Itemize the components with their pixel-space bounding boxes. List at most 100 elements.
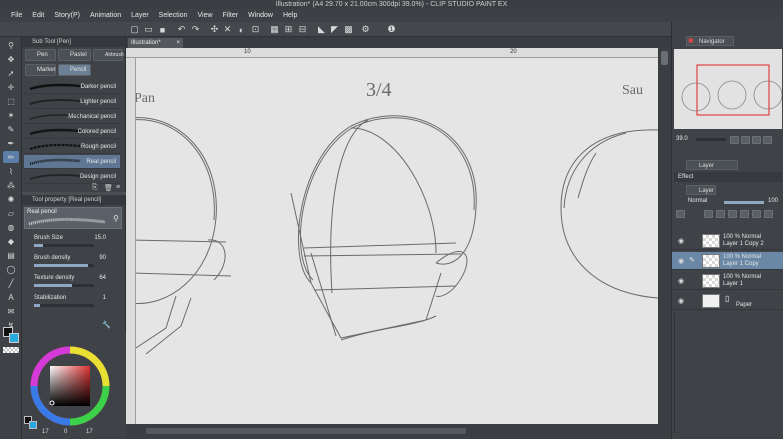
brush-preset-preview[interactable]: Real pencil ⚲ xyxy=(24,207,122,229)
text-tool-icon[interactable]: A xyxy=(3,291,19,303)
brush-tool-icon[interactable]: ⌇ xyxy=(3,165,19,177)
zoom-tool-icon[interactable]: ⚲ xyxy=(3,39,19,51)
reference-icon[interactable] xyxy=(716,210,725,218)
pen-tool-icon[interactable]: ✒ xyxy=(3,137,19,149)
layer-color-icon[interactable] xyxy=(764,210,773,218)
subtool-menu-icon[interactable]: ≡ xyxy=(116,184,120,191)
eye-icon[interactable]: ◉ xyxy=(678,277,684,285)
brush-rough-pencil[interactable]: Rough pencil xyxy=(24,140,120,154)
transform-icon[interactable]: ✣ xyxy=(209,24,220,35)
fit-icon[interactable] xyxy=(752,136,761,144)
brush-colored-pencil[interactable]: Colored pencil xyxy=(24,125,120,139)
prop-stabilization[interactable]: Stabilization 1 xyxy=(26,295,122,315)
sub-tool-tab-pen[interactable]: Pen xyxy=(25,49,56,61)
deselect-icon[interactable]: ▦ xyxy=(269,24,280,35)
sub-color-mini[interactable] xyxy=(29,421,37,429)
menu-view[interactable]: View xyxy=(192,9,217,22)
prop-value[interactable]: 15.0 xyxy=(94,235,106,241)
figure-tool-icon[interactable]: ◯ xyxy=(3,263,19,275)
layer-row[interactable]: ◉ 100 % Normal Layer 1 Copy 2 xyxy=(672,232,783,250)
draft-icon[interactable] xyxy=(728,210,737,218)
brush-darker-pencil[interactable]: Darker pencil xyxy=(24,80,120,94)
blend-mode-select[interactable]: Normal xyxy=(688,198,707,204)
sub-tool-tab-pastel[interactable]: Pastel xyxy=(58,49,91,61)
operation-tool-icon[interactable]: ➚ xyxy=(3,67,19,79)
fill-tool-icon[interactable]: ◆ xyxy=(3,235,19,247)
new-file-icon[interactable]: ▢ xyxy=(129,24,140,35)
balloon-tool-icon[interactable]: ✉ xyxy=(3,305,19,317)
info-icon[interactable]: ❶ xyxy=(386,24,397,35)
menu-selection[interactable]: Selection xyxy=(154,9,193,22)
scale-icon[interactable]: ⊡ xyxy=(250,24,261,35)
menu-file[interactable]: File xyxy=(6,9,27,22)
brush-real-pencil[interactable]: Real pencil xyxy=(24,155,120,169)
settings-icon[interactable]: ⚙ xyxy=(360,24,371,35)
zoom-slider[interactable] xyxy=(696,138,726,141)
brush-design-pencil[interactable]: Design pencil xyxy=(24,170,120,184)
wrench-icon[interactable]: 🔧 xyxy=(102,321,111,329)
gradient-tool-icon[interactable]: ▤ xyxy=(3,249,19,261)
fill-icon[interactable]: ◐ xyxy=(236,24,247,35)
pencil-tool-icon[interactable]: ✏ xyxy=(3,151,19,163)
search-icon[interactable]: ⚲ xyxy=(113,214,119,223)
eye-icon[interactable]: ◉ xyxy=(678,297,684,305)
save-icon[interactable]: ■ xyxy=(157,24,168,35)
prop-slider[interactable] xyxy=(34,284,94,287)
prop-slider[interactable] xyxy=(34,264,94,267)
crop-icon[interactable]: ⊞ xyxy=(283,24,294,35)
brush-mechanical-pencil[interactable]: Mechanical pencil xyxy=(24,110,120,124)
layer-row-paper[interactable]: ◉ ▯ Paper xyxy=(672,292,783,310)
tab-layer[interactable]: Layer xyxy=(686,185,716,195)
menu-help[interactable]: Help xyxy=(278,9,302,22)
eraser-tool-icon[interactable]: ▱ xyxy=(3,207,19,219)
prop-slider[interactable] xyxy=(34,244,94,247)
zoom-in-icon[interactable] xyxy=(730,136,739,144)
delete-subtool-icon[interactable]: 🗑 xyxy=(104,184,113,192)
prop-value[interactable]: 90 xyxy=(99,255,106,261)
drawing-canvas[interactable]: 3/4 Pan Sau xyxy=(136,58,658,424)
snap-ruler-icon[interactable]: ◣ xyxy=(316,24,327,35)
prop-slider[interactable] xyxy=(34,304,94,307)
menu-animation[interactable]: Animation xyxy=(85,9,126,22)
copy-subtool-icon[interactable]: ⎘ xyxy=(92,184,98,192)
blend-tool-icon[interactable]: ◍ xyxy=(3,221,19,233)
clip-icon[interactable] xyxy=(704,210,713,218)
open-file-icon[interactable]: ▭ xyxy=(143,24,154,35)
eye-icon[interactable]: ◉ xyxy=(678,237,684,245)
menu-layer[interactable]: Layer xyxy=(126,9,154,22)
ruler-link-icon[interactable] xyxy=(752,210,761,218)
opacity-value[interactable]: 100 xyxy=(768,198,778,204)
sub-color-swatch[interactable] xyxy=(9,333,19,343)
sub-tool-tab-airbrush[interactable]: Airbrush xyxy=(93,49,124,61)
airbrush-tool-icon[interactable]: ⁂ xyxy=(3,179,19,191)
tab-layer-property[interactable]: Layer Property xyxy=(686,160,738,179)
vertical-scrollbar[interactable] xyxy=(658,48,671,424)
eyedropper-tool-icon[interactable]: ✎ xyxy=(3,123,19,135)
prop-value[interactable]: 1 xyxy=(103,295,106,301)
rotate-icon[interactable] xyxy=(763,136,772,144)
sub-tool-tab-pencil[interactable]: Pencil xyxy=(58,64,91,76)
brush-lighter-pencil[interactable]: Lighter pencil xyxy=(24,95,120,109)
layer-row-selected[interactable]: ◉ ✎ 100 % Normal Layer 1 Copy xyxy=(672,252,783,270)
auto-select-tool-icon[interactable]: ✶ xyxy=(3,109,19,121)
undo-icon[interactable]: ↶ xyxy=(176,24,187,35)
zoom-value[interactable]: 39.0 xyxy=(676,136,688,142)
menu-story[interactable]: Story(P) xyxy=(49,9,85,22)
move-layer-tool-icon[interactable]: ✛ xyxy=(3,81,19,93)
ruler-tool-icon[interactable]: ╱ xyxy=(3,277,19,289)
menu-filter[interactable]: Filter xyxy=(218,9,244,22)
transparent-color-swatch[interactable] xyxy=(3,347,19,353)
mask-icon[interactable] xyxy=(740,210,749,218)
redo-icon[interactable]: ↷ xyxy=(190,24,201,35)
menu-edit[interactable]: Edit xyxy=(27,9,49,22)
decoration-tool-icon[interactable]: ✺ xyxy=(3,193,19,205)
lock-icon[interactable] xyxy=(676,210,685,218)
move-tool-icon[interactable]: ✥ xyxy=(3,53,19,65)
menu-window[interactable]: Window xyxy=(243,9,278,22)
eye-icon[interactable]: ◉ xyxy=(678,257,684,265)
snap-special-ruler-icon[interactable]: ◤ xyxy=(329,24,340,35)
clear-icon[interactable]: ✕ xyxy=(222,24,233,35)
prop-value[interactable]: 64 xyxy=(99,275,106,281)
document-tab[interactable]: Illustration* × xyxy=(128,38,183,48)
prop-texture-density[interactable]: Texture density 64 xyxy=(26,275,122,295)
